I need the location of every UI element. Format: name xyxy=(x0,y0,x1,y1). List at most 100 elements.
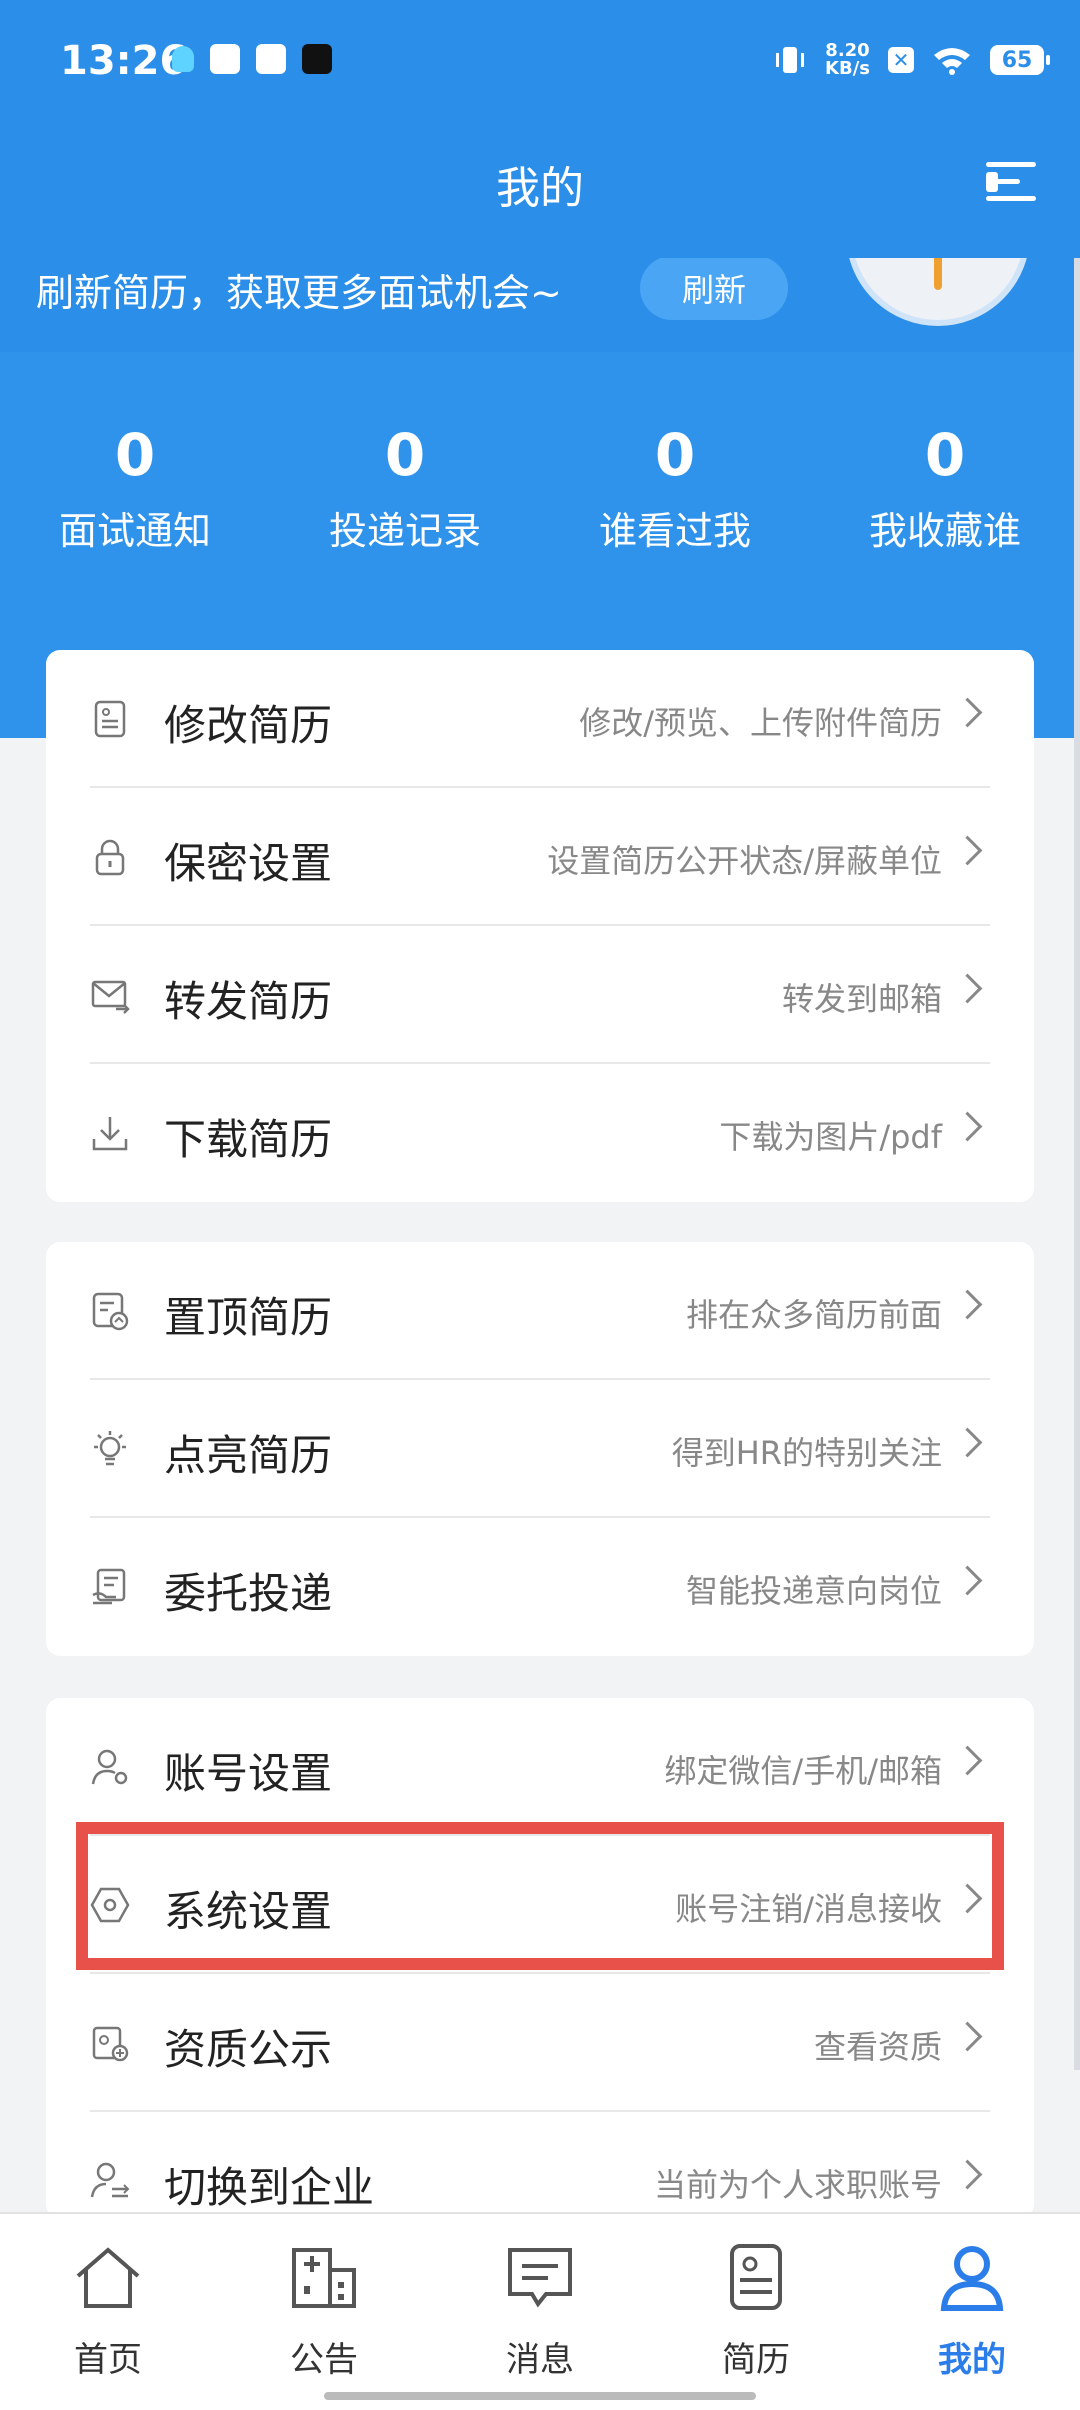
bottom-tab-bar: 首页 公告 消息 简历 我的 xyxy=(0,2212,1080,2410)
stat-delivery-records[interactable]: 0 投递记录 xyxy=(270,420,540,555)
resume-edit-icon xyxy=(94,700,126,738)
menu-item-label: 下载简历 xyxy=(164,1115,333,1164)
lightbulb-icon xyxy=(94,1431,126,1466)
tab-label: 简历 xyxy=(722,2340,790,2380)
stat-my-favorites[interactable]: 0 我收藏谁 xyxy=(810,420,1080,555)
chevron-right-icon xyxy=(952,697,983,728)
menu-item-desc: 修改/预览、上传附件简历 xyxy=(579,704,942,742)
system-settings-highlight-box xyxy=(76,1822,1004,1970)
account-settings-icon xyxy=(91,1749,128,1785)
tab-label: 我的 xyxy=(938,2340,1006,2380)
menu-item-pin-resume[interactable]: 置顶简历 排在众多简历前面 xyxy=(46,1242,1034,1380)
stat-value: 0 xyxy=(924,421,966,489)
tab-label: 首页 xyxy=(74,2340,142,2380)
menu-item-switch-to-company[interactable]: 切换到企业 当前为个人求职账号 xyxy=(46,2112,1034,2218)
menu-item-desc: 转发到邮箱 xyxy=(781,980,942,1018)
tab-label: 公告 xyxy=(290,2340,358,2380)
menu-item-label: 保密设置 xyxy=(164,839,333,888)
menu-item-privacy-settings[interactable]: 保密设置 设置简历公开状态/屏蔽单位 xyxy=(46,788,1034,926)
menu-item-label: 切换到企业 xyxy=(164,2163,375,2212)
stat-interview-notice[interactable]: 0 面试通知 xyxy=(0,420,270,555)
message-icon xyxy=(508,2248,572,2308)
net-speed-unit: KB/s xyxy=(825,58,870,79)
menu-item-highlight-resume[interactable]: 点亮简历 得到HR的特别关注 xyxy=(46,1380,1034,1518)
chevron-right-icon xyxy=(952,1565,983,1596)
page-title: 我的 xyxy=(496,163,584,214)
status-bar: 13:26 8.20 KB/s ✕ 65 xyxy=(0,0,1080,126)
menu-item-delegate-delivery[interactable]: 委托投递 智能投递意向岗位 xyxy=(46,1518,1034,1656)
inbox-icon xyxy=(256,44,286,74)
wifi-icon xyxy=(934,48,970,75)
stat-value: 0 xyxy=(654,421,696,489)
resume-promotion-card: 置顶简历 排在众多简历前面 点亮简历 得到HR的特别关注 委托投递 智能投递意向… xyxy=(46,1242,1034,1656)
menu-item-desc: 绑定微信/手机/邮箱 xyxy=(664,1752,942,1790)
chevron-right-icon xyxy=(952,2159,983,2190)
scrollbar[interactable] xyxy=(1074,250,1080,2070)
menu-button[interactable] xyxy=(986,160,1036,204)
stat-label: 谁看过我 xyxy=(598,509,751,553)
tiktok-icon xyxy=(302,44,332,74)
mail-forward-icon xyxy=(91,980,130,1014)
building-icon xyxy=(292,2248,356,2308)
qq-icon xyxy=(172,44,194,74)
chevron-right-icon xyxy=(952,973,983,1004)
person-icon xyxy=(940,2246,1004,2311)
notification-icons xyxy=(172,44,332,74)
vibrate-icon xyxy=(776,47,805,73)
chevron-right-icon xyxy=(952,1111,983,1142)
menu-item-download-resume[interactable]: 下载简历 下载为图片/pdf xyxy=(46,1064,1034,1202)
stat-label: 我收藏谁 xyxy=(868,509,1021,553)
tab-announcements[interactable]: 公告 xyxy=(216,2242,432,2381)
menu-item-desc: 设置简历公开状态/屏蔽单位 xyxy=(547,842,942,880)
chevron-right-icon xyxy=(952,1289,983,1320)
stat-value: 0 xyxy=(384,421,426,489)
tab-mine[interactable]: 我的 xyxy=(864,2242,1080,2381)
menu-item-account-settings[interactable]: 账号设置 绑定微信/手机/邮箱 xyxy=(46,1698,1034,1836)
resume-actions-card: 修改简历 修改/预览、上传附件简历 保密设置 设置简历公开状态/屏蔽单位 转发简… xyxy=(46,650,1034,1202)
home-indicator[interactable] xyxy=(324,2392,756,2400)
menu-item-label: 点亮简历 xyxy=(164,1431,333,1480)
menu-item-qualification[interactable]: 资质公示 查看资质 xyxy=(46,1974,1034,2112)
stat-who-viewed-me[interactable]: 0 谁看过我 xyxy=(540,420,810,555)
chevron-right-icon xyxy=(952,1427,983,1458)
app-notification-icon xyxy=(210,44,240,74)
menu-item-label: 置顶简历 xyxy=(164,1293,333,1342)
resume-icon xyxy=(730,2244,782,2310)
menu-item-label: 账号设置 xyxy=(164,1749,333,1798)
menu-item-desc: 下载为图片/pdf xyxy=(719,1118,942,1156)
menu-item-desc: 排在众多简历前面 xyxy=(685,1296,942,1334)
menu-arrow-icon xyxy=(986,172,998,192)
title-bar: 我的 xyxy=(0,126,1080,258)
stat-label: 投递记录 xyxy=(328,509,481,553)
tab-messages[interactable]: 消息 xyxy=(432,2242,648,2381)
stat-label: 面试通知 xyxy=(58,509,211,553)
menu-item-label: 转发简历 xyxy=(164,977,333,1026)
net-speed: 8.20 KB/s xyxy=(825,42,870,78)
menu-item-desc: 当前为个人求职账号 xyxy=(653,2166,942,2204)
menu-item-desc: 得到HR的特别关注 xyxy=(671,1434,942,1472)
chevron-right-icon xyxy=(952,835,983,866)
pin-top-icon xyxy=(92,1292,129,1331)
menu-line-icon xyxy=(986,196,1036,201)
tab-resume[interactable]: 简历 xyxy=(648,2242,864,2381)
tab-label: 消息 xyxy=(506,2340,574,2380)
menu-item-desc: 查看资质 xyxy=(813,2028,942,2066)
menu-item-edit-resume[interactable]: 修改简历 修改/预览、上传附件简历 xyxy=(46,650,1034,788)
status-time: 13:26 xyxy=(60,38,188,84)
menu-item-label: 资质公示 xyxy=(164,2025,333,2074)
close-app-icon: ✕ xyxy=(888,47,914,73)
lock-icon xyxy=(95,839,125,876)
menu-item-desc: 智能投递意向岗位 xyxy=(685,1572,942,1610)
home-icon xyxy=(76,2247,140,2308)
certificate-icon xyxy=(92,2026,129,2062)
refresh-hint: 刷新简历，获取更多面试机会~ xyxy=(36,271,562,315)
stat-value: 0 xyxy=(114,421,156,489)
switch-user-icon xyxy=(90,2162,130,2198)
menu-item-forward-resume[interactable]: 转发简历 转发到邮箱 xyxy=(46,926,1034,1064)
chevron-right-icon xyxy=(952,2021,983,2052)
status-right: 8.20 KB/s ✕ 65 xyxy=(773,42,1050,78)
refresh-button[interactable]: 刷新 xyxy=(640,256,788,320)
tab-home[interactable]: 首页 xyxy=(0,2242,216,2381)
delegate-icon xyxy=(92,1568,126,1605)
menu-line-icon xyxy=(986,162,1036,167)
